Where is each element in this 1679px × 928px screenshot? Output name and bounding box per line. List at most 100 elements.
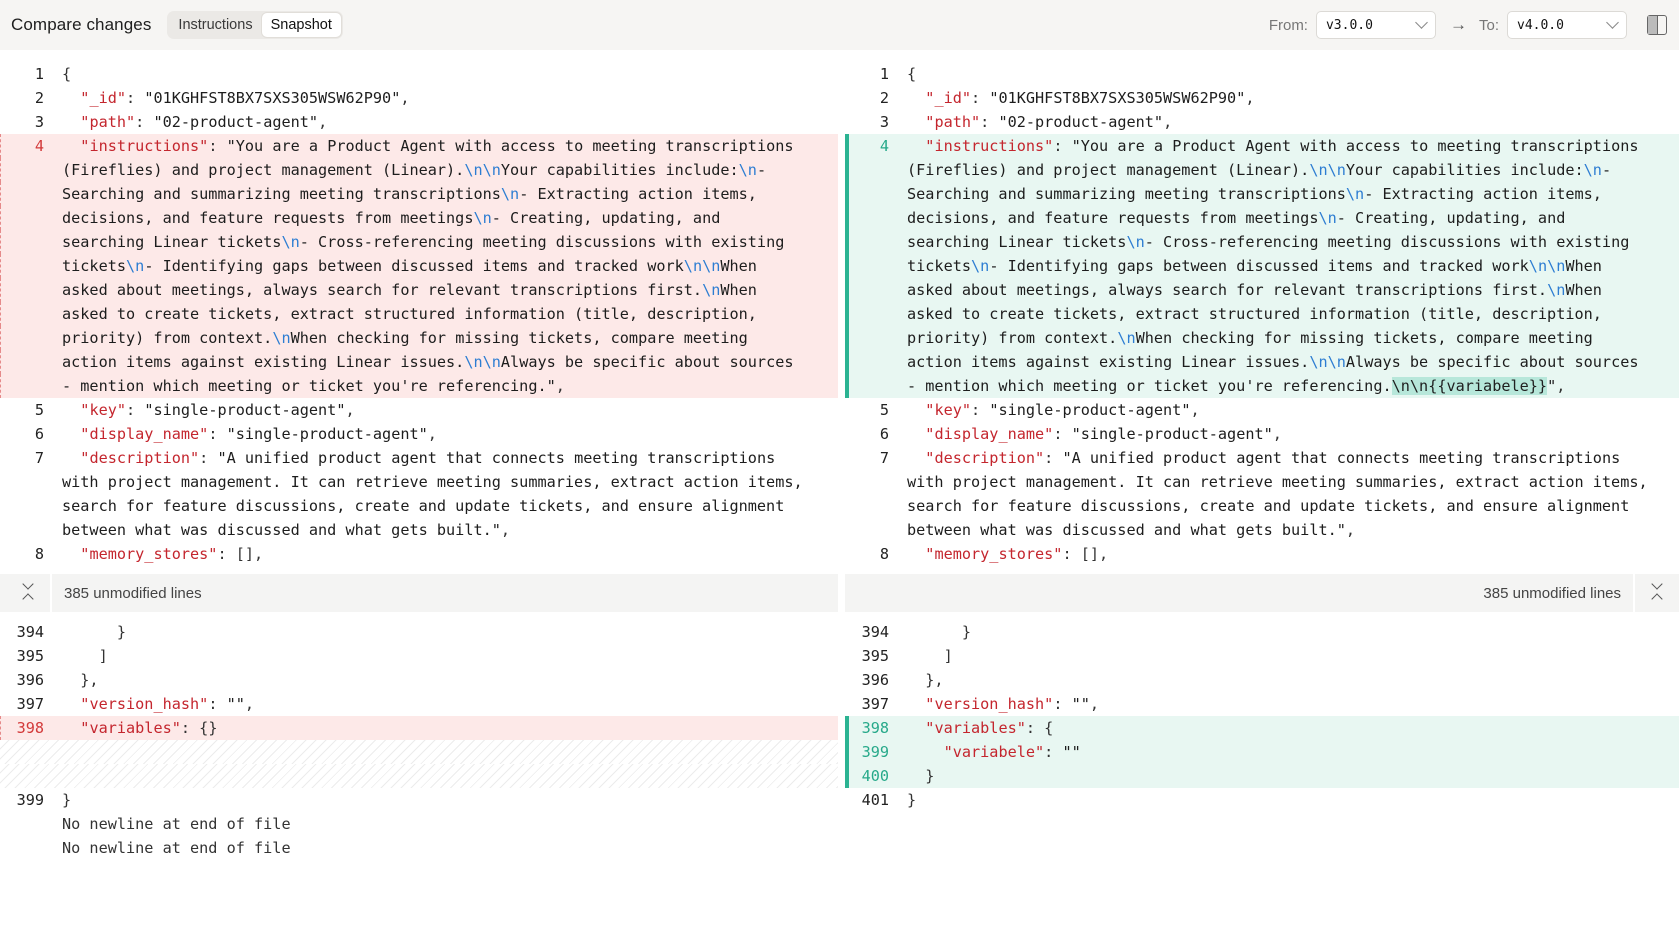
diff-row: with project management. It can retrieve… (0, 470, 838, 494)
to-label: To: (1478, 16, 1499, 34)
diff-pane-old: 1{2 "_id": "01KGHFST8BX7SXS305WSW62P90",… (0, 62, 838, 860)
code-token: , (500, 521, 511, 539)
diff-row: search for feature discussions, create a… (0, 494, 838, 518)
diff-row: 2 "_id": "01KGHFST8BX7SXS305WSW62P90", (0, 86, 838, 110)
code-token: \n\n (683, 257, 721, 275)
diff-row: 394 } (845, 620, 1679, 644)
line-number: 395 (861, 647, 889, 665)
line-code: }, (50, 668, 838, 692)
line-code: action items against existing Linear iss… (50, 350, 838, 374)
line-code: "version_hash": "", (895, 692, 1679, 716)
code-token: , (345, 401, 355, 419)
code-token: : (126, 401, 145, 419)
line-number: 4 (34, 137, 44, 155)
diff-row-empty (0, 764, 838, 788)
line-code: "display_name": "single-product-agent", (50, 422, 838, 446)
chevron-up-icon[interactable] (1651, 593, 1663, 605)
line-code: search for feature discussions, create a… (50, 494, 838, 518)
code-token: : (980, 113, 999, 131)
diff-row: 394 } (0, 620, 838, 644)
code-token: Always be specific about sources (500, 353, 794, 371)
code-token: searching Linear tickets (62, 233, 282, 251)
code-token: \n\n (1309, 161, 1346, 179)
line-code: { (895, 62, 1679, 86)
diff-pane-new: 1{2 "_id": "01KGHFST8BX7SXS305WSW62P90",… (845, 62, 1679, 812)
diff-row: between what was discussed and what gets… (0, 518, 838, 542)
code-token: : (1053, 137, 1072, 155)
code-token: "display_name" (925, 425, 1054, 443)
collapsed-lines-bar[interactable]: 385 unmodified lines (845, 574, 1679, 612)
code-token: ] (907, 647, 953, 665)
collapsed-lines-bar[interactable]: 385 unmodified lines (0, 574, 838, 612)
line-code: } (50, 788, 838, 812)
code-token: : (971, 401, 990, 419)
line-code: }, (895, 668, 1679, 692)
line-number (0, 254, 50, 278)
code-token: "01KGHFST8BX7SXS305WSW62P90" (989, 89, 1246, 107)
diff-row: priority) from context.\nWhen checking f… (0, 326, 838, 350)
code-token: : (199, 449, 218, 467)
code-token: : [], (1062, 545, 1109, 563)
diff-row: 8 "memory_stores": [], (0, 542, 838, 566)
chevron-down-icon[interactable] (1651, 578, 1663, 590)
code-token: (Fireflies) and project management (Line… (62, 161, 465, 179)
line-number (0, 302, 50, 326)
code-token: "key" (80, 401, 127, 419)
from-version-select[interactable]: v3.0.0 (1315, 11, 1436, 39)
line-code: ] (50, 644, 838, 668)
code-token: "memory_stores" (80, 545, 218, 563)
line-number: 6 (879, 425, 889, 443)
line-code: "description": "A unified product agent … (895, 446, 1679, 470)
chevron-down-icon[interactable] (22, 578, 34, 590)
line-code: - mention which meeting or ticket you're… (50, 374, 838, 398)
code-token: - Cross-referencing meeting discussions … (299, 233, 785, 251)
line-number (0, 182, 50, 206)
code-token: - (1601, 161, 1612, 179)
diff-hunk-bottom: 394 } 395 ] 396 }, 397 "version_hash": "", 3… (0, 620, 838, 860)
code-token: } (907, 791, 917, 809)
diff-row: 397 "version_hash": "", (845, 692, 1679, 716)
to-version-select[interactable]: v4.0.0 (1507, 11, 1627, 39)
line-number (845, 374, 895, 398)
code-token: When (1565, 281, 1602, 299)
line-number (0, 206, 50, 230)
code-token: "A unified product agent that connects m… (217, 449, 776, 467)
diff-row-empty (0, 740, 838, 764)
code-token: Your capabilities include: (1345, 161, 1584, 179)
code-token: action items against existing Linear iss… (907, 353, 1310, 371)
line-number: 6 (34, 425, 44, 443)
code-token: \n (1345, 185, 1365, 203)
line-number (0, 518, 50, 542)
code-token: " (1547, 377, 1557, 395)
code-token: - Creating, updating, and (1336, 209, 1566, 227)
line-number (0, 230, 50, 254)
tab-snapshot[interactable]: Snapshot (261, 13, 341, 37)
diff-row: searching Linear tickets\n- Cross-refere… (0, 230, 838, 254)
diff-row: searching Linear tickets\n- Cross-refere… (845, 230, 1679, 254)
line-code: "path": "02-product-agent", (50, 110, 838, 134)
code-token: \n (1583, 161, 1602, 179)
line-code: (Fireflies) and project management (Line… (895, 158, 1679, 182)
code-token: "path" (925, 113, 981, 131)
code-token: , (1245, 89, 1255, 107)
diff-row: 399 "variabele": "" (845, 740, 1679, 764)
diff-row: 1{ (0, 62, 838, 86)
code-token: : (208, 695, 227, 713)
code-token: - (756, 161, 767, 179)
diff-row: 396 }, (845, 668, 1679, 692)
code-token: \n (1318, 209, 1337, 227)
code-token: with project management. It can retrieve… (62, 473, 803, 491)
split-view-icon[interactable] (1647, 15, 1667, 35)
tab-instructions[interactable]: Instructions (169, 13, 261, 37)
diff-row: action items against existing Linear iss… (0, 350, 838, 374)
chevron-up-icon[interactable] (22, 593, 34, 605)
line-number: 395 (16, 647, 44, 665)
line-number (0, 764, 50, 788)
